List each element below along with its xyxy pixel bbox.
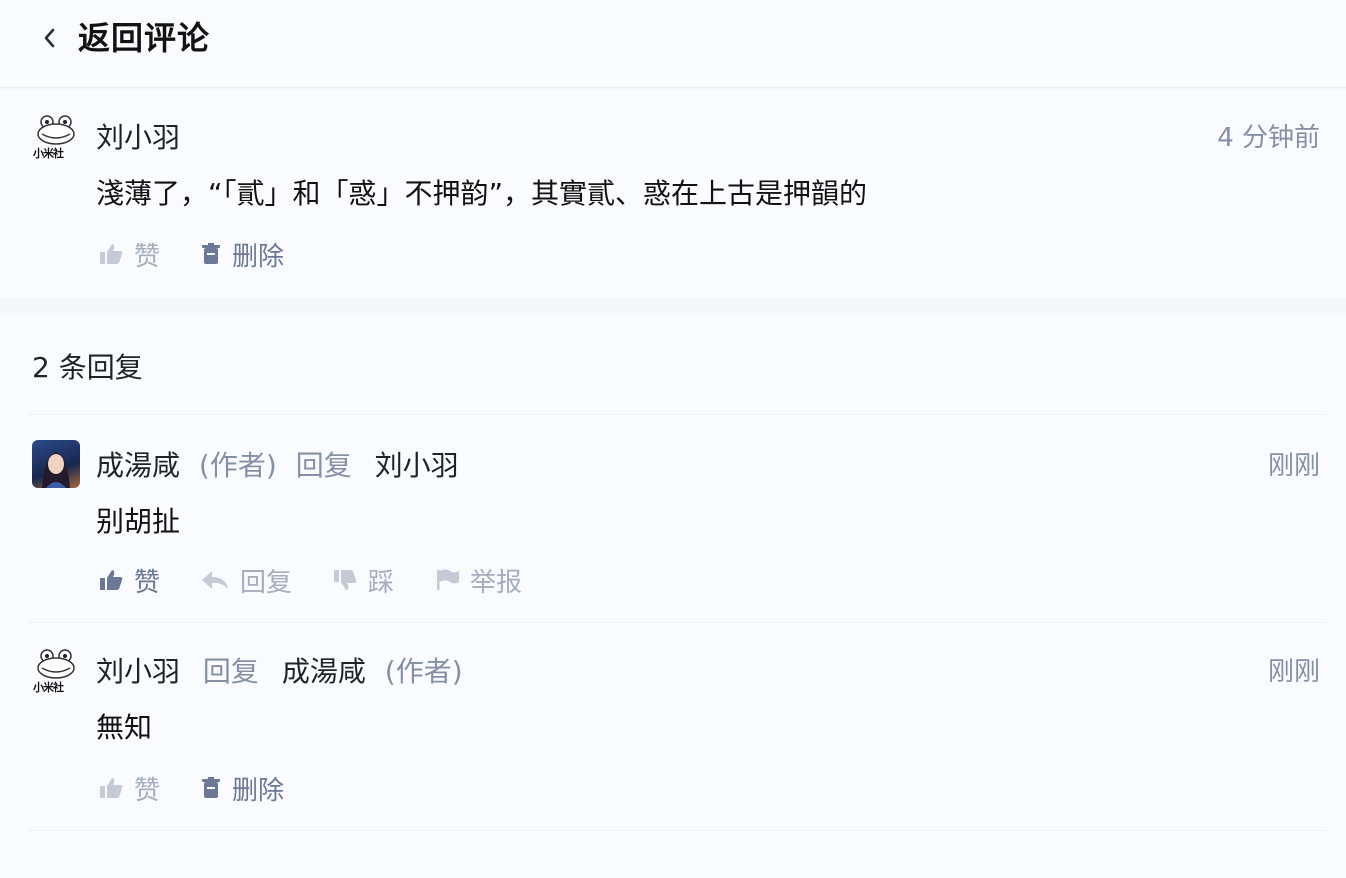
reply-count: 2 条回复 xyxy=(32,351,143,384)
reply-text: 無知 xyxy=(96,711,153,744)
reply-author-row: 刘小羽 回复 成湯咸 (作者) xyxy=(96,652,463,692)
main-comment-panel: 小米社 刘小羽 4 分钟前 淺薄了，“「貳」和「惑」不押韵”，其實貳、惑在上古是… xyxy=(0,90,1346,298)
avatar[interactable]: 小米社 xyxy=(32,112,80,160)
reply-to-name[interactable]: 成湯咸 xyxy=(282,655,366,688)
report-label: 举报 xyxy=(470,567,523,598)
comment-time: 4 分钟前 xyxy=(1217,123,1320,153)
delete-label: 删除 xyxy=(232,775,285,806)
author-name[interactable]: 刘小羽 xyxy=(96,655,180,688)
top-bar: 返回评论 xyxy=(0,0,1346,88)
page-title: 返回评论 xyxy=(78,19,211,57)
author-name[interactable]: 成湯咸 xyxy=(96,449,180,482)
avatar-badge-text: 小米社 xyxy=(33,147,64,160)
thumbs-up-icon xyxy=(100,570,123,590)
like-button[interactable]: 赞 xyxy=(98,770,160,807)
thumbs-up-icon xyxy=(100,778,123,798)
divider xyxy=(28,622,1326,623)
dislike-label: 踩 xyxy=(368,567,395,598)
reply-actions: 赞 删除 xyxy=(98,768,324,808)
delete-button[interactable]: 删除 xyxy=(200,770,284,807)
avatar[interactable]: 小米社 xyxy=(32,646,80,694)
trash-icon xyxy=(202,243,221,264)
comment-author-row: 刘小羽 xyxy=(96,118,180,158)
comment-text: 淺薄了，“「貳」和「惑」不押韵”，其實貳、惑在上古是押韻的 xyxy=(96,177,868,210)
anime-avatar-icon xyxy=(42,452,70,488)
trash-icon xyxy=(202,777,221,798)
chevron-left-icon xyxy=(36,18,62,58)
dislike-button[interactable]: 踩 xyxy=(332,562,394,599)
back-to-comments-button[interactable]: 返回评论 xyxy=(36,18,210,58)
like-label: 赞 xyxy=(134,567,161,598)
reply-word: 回复 xyxy=(295,449,352,482)
reply-to-tag: (作者) xyxy=(384,655,463,688)
reply-label: 回复 xyxy=(240,567,293,598)
reply-time: 刚刚 xyxy=(1267,657,1320,687)
reply-text: 别胡扯 xyxy=(96,505,181,538)
reply-arrow-icon xyxy=(202,571,229,589)
author-tag: (作者) xyxy=(198,449,277,482)
report-button[interactable]: 举报 xyxy=(434,562,522,599)
reply-time: 刚刚 xyxy=(1267,451,1320,481)
like-label: 赞 xyxy=(134,775,161,806)
author-name[interactable]: 刘小羽 xyxy=(96,121,180,154)
like-button[interactable]: 赞 xyxy=(98,562,160,599)
flag-icon xyxy=(437,569,460,590)
like-label: 赞 xyxy=(134,241,161,272)
reply-word: 回复 xyxy=(202,655,259,688)
replies-panel: 2 条回复 成湯咸 (作者) 回复 刘小羽 刚刚 别胡扯 赞 回复 踩 举报 小… xyxy=(0,316,1346,878)
reply-author-row: 成湯咸 (作者) 回复 刘小羽 xyxy=(96,446,459,486)
divider xyxy=(28,830,1326,831)
avatar-badge-text: 小米社 xyxy=(33,681,64,694)
reply-to-name[interactable]: 刘小羽 xyxy=(375,449,459,482)
thumbs-down-icon xyxy=(334,570,357,590)
avatar[interactable] xyxy=(32,440,80,488)
reply-button[interactable]: 回复 xyxy=(200,562,292,599)
delete-button[interactable]: 删除 xyxy=(200,236,284,273)
divider xyxy=(28,414,1326,415)
reply-actions: 赞 回复 踩 举报 xyxy=(98,560,562,600)
comment-actions: 赞 删除 xyxy=(98,234,324,274)
thumbs-up-icon xyxy=(100,244,123,264)
like-button[interactable]: 赞 xyxy=(98,236,160,273)
delete-label: 删除 xyxy=(232,241,285,272)
